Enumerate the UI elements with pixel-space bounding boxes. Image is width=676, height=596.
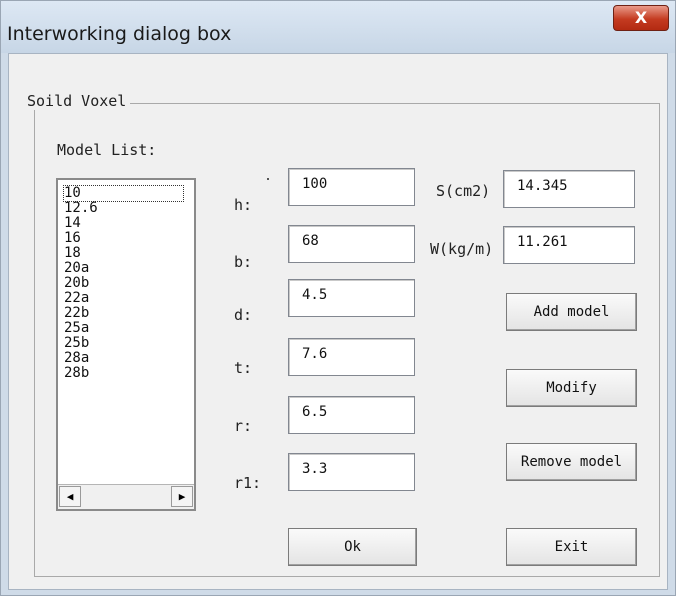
- list-item[interactable]: 12.6: [64, 201, 98, 216]
- group-label: Soild Voxel: [23, 92, 131, 110]
- model-list-label: Model List:: [57, 141, 157, 159]
- b-label: b:: [234, 253, 253, 271]
- dialog-client-area: Soild Voxel Model List: 10 12.6 14 16 18…: [8, 53, 668, 590]
- h-label: h:: [234, 196, 253, 214]
- list-item[interactable]: 14: [64, 216, 81, 231]
- modify-button[interactable]: Modify: [506, 369, 637, 407]
- exit-button[interactable]: Exit: [506, 528, 637, 566]
- scroll-left-icon[interactable]: ◀: [59, 486, 81, 507]
- r1-label: r1:: [234, 474, 262, 492]
- stray-dot: [267, 178, 269, 180]
- list-item[interactable]: 20b: [64, 276, 89, 291]
- r-input[interactable]: 6.5: [288, 396, 415, 434]
- d-input[interactable]: 4.5: [288, 279, 415, 317]
- close-button[interactable]: X: [613, 5, 669, 31]
- list-item[interactable]: 16: [64, 231, 81, 246]
- scroll-right-icon[interactable]: ▶: [171, 486, 193, 507]
- t-input[interactable]: 7.6: [288, 338, 415, 376]
- s-input[interactable]: 14.345: [503, 170, 635, 208]
- dialog-window: Interworking dialog box X Soild Voxel Mo…: [0, 0, 676, 596]
- list-item[interactable]: 28b: [64, 366, 89, 381]
- title-bar[interactable]: Interworking dialog box X: [1, 1, 675, 53]
- remove-model-button[interactable]: Remove model: [506, 443, 637, 481]
- list-item[interactable]: 22b: [64, 306, 89, 321]
- list-item[interactable]: 20a: [64, 261, 89, 276]
- b-input[interactable]: 68: [288, 225, 415, 263]
- r-label: r:: [234, 417, 253, 435]
- add-model-button[interactable]: Add model: [506, 293, 637, 331]
- h-input[interactable]: 100: [288, 168, 415, 206]
- model-listbox[interactable]: 10 12.6 14 16 18 20a 20b 22a 22b 25a 25b…: [56, 178, 196, 511]
- d-label: d:: [234, 306, 253, 324]
- list-item[interactable]: 25b: [64, 336, 89, 351]
- list-item[interactable]: 18: [64, 246, 81, 261]
- close-icon: X: [634, 8, 648, 27]
- s-label: S(cm2): [436, 182, 491, 200]
- list-item[interactable]: 22a: [64, 291, 89, 306]
- horizontal-scrollbar[interactable]: ◀ ▶: [58, 484, 194, 509]
- t-label: t:: [234, 359, 253, 377]
- w-input[interactable]: 11.261: [503, 226, 635, 264]
- list-item[interactable]: 10: [63, 185, 184, 202]
- list-item[interactable]: 28a: [64, 351, 89, 366]
- r1-input[interactable]: 3.3: [288, 453, 415, 491]
- list-item[interactable]: 25a: [64, 321, 89, 336]
- ok-button[interactable]: Ok: [288, 528, 417, 566]
- w-label: W(kg/m): [430, 240, 494, 258]
- window-title: Interworking dialog box: [7, 23, 232, 45]
